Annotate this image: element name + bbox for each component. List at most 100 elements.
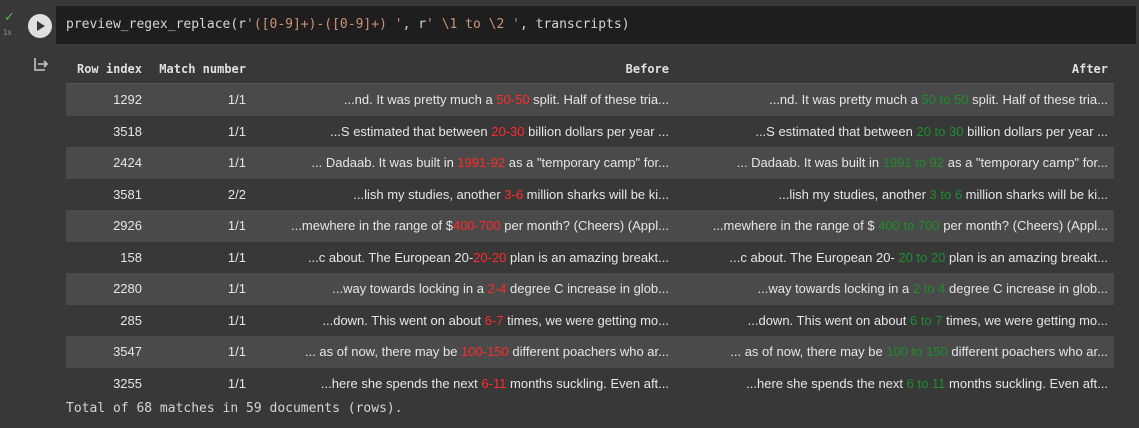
code-args: , transcripts) bbox=[519, 17, 630, 32]
header-before: Before bbox=[252, 55, 675, 84]
table-row: 3547 1/1... as of now, there may be 100-1… bbox=[66, 336, 1114, 368]
before-match-highlight: 2-4 bbox=[487, 281, 507, 297]
before-text-post: split. Half of these tria... bbox=[529, 92, 669, 108]
cell-after: ... Dadaab. It was built in 1991 to 92 a… bbox=[675, 147, 1114, 179]
cell-gutter: ✓ 1s bbox=[0, 0, 22, 428]
cell-row-index: 2424 bbox=[66, 147, 148, 179]
before-text-pre: ...S estimated that between bbox=[330, 123, 492, 139]
cell-match-number: 2/2 bbox=[148, 178, 252, 210]
before-text-post: different poachers who ar... bbox=[508, 344, 669, 360]
before-text-pre: ...down. This went on about bbox=[322, 312, 485, 328]
before-text-pre: ...way towards locking in a bbox=[332, 281, 488, 297]
cell-after: ...S estimated that between 20 to 30 bil… bbox=[675, 115, 1114, 147]
cell-match-number: 1/1 bbox=[148, 304, 252, 336]
table-row: 1292 1/1 ...nd. It was pretty much a 50-50… bbox=[66, 83, 1114, 116]
cell-before: ...c about. The European 20-20-20 plan i… bbox=[252, 241, 675, 273]
cell-before: ...mewhere in the range of $400-700 per … bbox=[252, 210, 675, 242]
before-text-pre: ...nd. It was pretty much a bbox=[343, 92, 497, 108]
cell-after: ...mewhere in the range of $ 400 to 700 … bbox=[675, 210, 1114, 242]
after-text-pre: ...down. This went on about bbox=[747, 312, 911, 328]
after-text-post: months suckling. Even aft... bbox=[945, 375, 1108, 391]
cell-match-number: 1/1 bbox=[148, 210, 252, 242]
cell-after: ... as of now, there may be 100 to 150 d… bbox=[675, 336, 1114, 368]
code-replacement-string: ' \1 to \2 ' bbox=[426, 17, 520, 32]
before-match-highlight: 20-20 bbox=[473, 249, 507, 265]
after-replacement-highlight: 6 to 11 bbox=[906, 375, 946, 391]
before-text-post: as a "temporary camp" for... bbox=[505, 155, 669, 171]
after-replacement-highlight: 20 to 20 bbox=[894, 249, 946, 265]
before-match-highlight: 3-6 bbox=[504, 186, 524, 202]
code-separator: , r bbox=[402, 17, 427, 32]
before-match-highlight: 6-11 bbox=[481, 375, 507, 391]
before-text-pre: ... as of now, there may be bbox=[304, 344, 462, 360]
after-replacement-highlight: 3 to 6 bbox=[929, 186, 963, 202]
after-text-pre: ...way towards locking in a bbox=[757, 281, 913, 297]
table-header-row: Row index Match number Before After bbox=[66, 55, 1114, 84]
total-summary: Total of 68 matches in 59 documents (row… bbox=[66, 401, 403, 416]
after-replacement-highlight: 6 to 7 bbox=[910, 312, 943, 328]
cell-match-number: 1/1 bbox=[148, 336, 252, 368]
table-row: 158 1/1 ...c about. The European 20-20-20 … bbox=[66, 241, 1114, 273]
cell-row-index: 3255 bbox=[66, 367, 148, 399]
cell-match-number: 1/1 bbox=[148, 241, 252, 273]
table-row: 3255 1/1 ...here she spends the next 6-11 … bbox=[66, 367, 1114, 399]
after-text-post: degree C increase in glob... bbox=[945, 281, 1108, 297]
after-text-post: split. Half of these tria... bbox=[968, 92, 1108, 108]
after-text-pre: ... Dadaab. It was built in bbox=[736, 155, 883, 171]
after-text-pre: ...S estimated that between bbox=[755, 123, 917, 139]
output-redirect-icon[interactable] bbox=[32, 55, 50, 73]
cell-match-number: 1/1 bbox=[148, 367, 252, 399]
cell-row-index: 158 bbox=[66, 241, 148, 273]
cell-before: ...way towards locking in a 2-4 degree C… bbox=[252, 273, 675, 305]
before-text-pre: ... Dadaab. It was built in bbox=[311, 155, 458, 171]
after-text-post: per month? (Cheers) (Appl... bbox=[939, 218, 1108, 234]
header-after: After bbox=[675, 55, 1114, 84]
before-text-post: degree C increase in glob... bbox=[506, 281, 669, 297]
code-cell[interactable]: preview_regex_replace(r'([0-9]+)-([0-9]+… bbox=[56, 6, 1136, 44]
after-text-pre: ...mewhere in the range of $ bbox=[712, 218, 875, 234]
cell-after: ...lish my studies, another 3 to 6 milli… bbox=[675, 178, 1114, 210]
run-cell-button[interactable] bbox=[28, 14, 52, 38]
cell-before: ...lish my studies, another 3-6 million … bbox=[252, 178, 675, 210]
before-text-post: months suckling. Even aft... bbox=[506, 375, 669, 391]
after-text-post: as a "temporary camp" for... bbox=[944, 155, 1108, 171]
before-match-highlight: 1991-92 bbox=[457, 155, 506, 171]
cell-row-index: 2926 bbox=[66, 210, 148, 242]
cell-match-number: 1/1 bbox=[148, 147, 252, 179]
after-text-post: billion dollars per year ... bbox=[963, 123, 1108, 139]
after-text-post: million sharks will be ki... bbox=[962, 186, 1108, 202]
play-icon bbox=[37, 21, 45, 31]
cell-before: ... Dadaab. It was built in 1991-92 as a… bbox=[252, 147, 675, 179]
after-replacement-highlight: 20 to 30 bbox=[916, 123, 964, 139]
after-text-post: times, we were getting mo... bbox=[942, 312, 1108, 328]
before-text-post: times, we were getting mo... bbox=[503, 312, 669, 328]
cell-after: ...nd. It was pretty much a 50 to 50 spl… bbox=[675, 83, 1114, 116]
cell-before: ...S estimated that between 20-30 billio… bbox=[252, 115, 675, 147]
before-text-post: per month? (Cheers) (Appl... bbox=[500, 218, 669, 234]
before-text-pre: ...here she spends the next bbox=[320, 375, 482, 391]
after-replacement-highlight: 400 to 700 bbox=[874, 218, 940, 234]
before-text-post: plan is an amazing breakt... bbox=[506, 249, 669, 265]
cell-after: ...down. This went on about 6 to 7 times… bbox=[675, 304, 1114, 336]
cell-after: ...way towards locking in a 2 to 4 degre… bbox=[675, 273, 1114, 305]
cell-row-index: 1292 bbox=[66, 83, 148, 116]
before-text-pre: ...mewhere in the range of $ bbox=[291, 218, 453, 234]
table-row: 2424 1/1... Dadaab. It was built in 1991-… bbox=[66, 147, 1114, 179]
cell-row-index: 285 bbox=[66, 304, 148, 336]
execution-time: 1s bbox=[3, 28, 12, 37]
after-replacement-highlight: 50 to 50 bbox=[921, 92, 969, 108]
code-line[interactable]: preview_regex_replace(r'([0-9]+)-([0-9]+… bbox=[66, 17, 630, 32]
cell-match-number: 1/1 bbox=[148, 83, 252, 116]
cell-row-index: 3581 bbox=[66, 178, 148, 210]
after-text-pre: ... as of now, there may be bbox=[730, 344, 887, 360]
before-match-highlight: 50-50 bbox=[496, 92, 530, 108]
after-replacement-highlight: 2 to 4 bbox=[912, 281, 946, 297]
before-match-highlight: 20-30 bbox=[491, 123, 525, 139]
before-match-highlight: 100-150 bbox=[461, 344, 509, 360]
after-replacement-highlight: 1991 to 92 bbox=[882, 155, 945, 171]
cell-before: ... as of now, there may be 100-150 diff… bbox=[252, 336, 675, 368]
cell-row-index: 2280 bbox=[66, 273, 148, 305]
cell-row-index: 3547 bbox=[66, 336, 148, 368]
cell-match-number: 1/1 bbox=[148, 273, 252, 305]
after-text-pre: ...nd. It was pretty much a bbox=[769, 92, 922, 108]
